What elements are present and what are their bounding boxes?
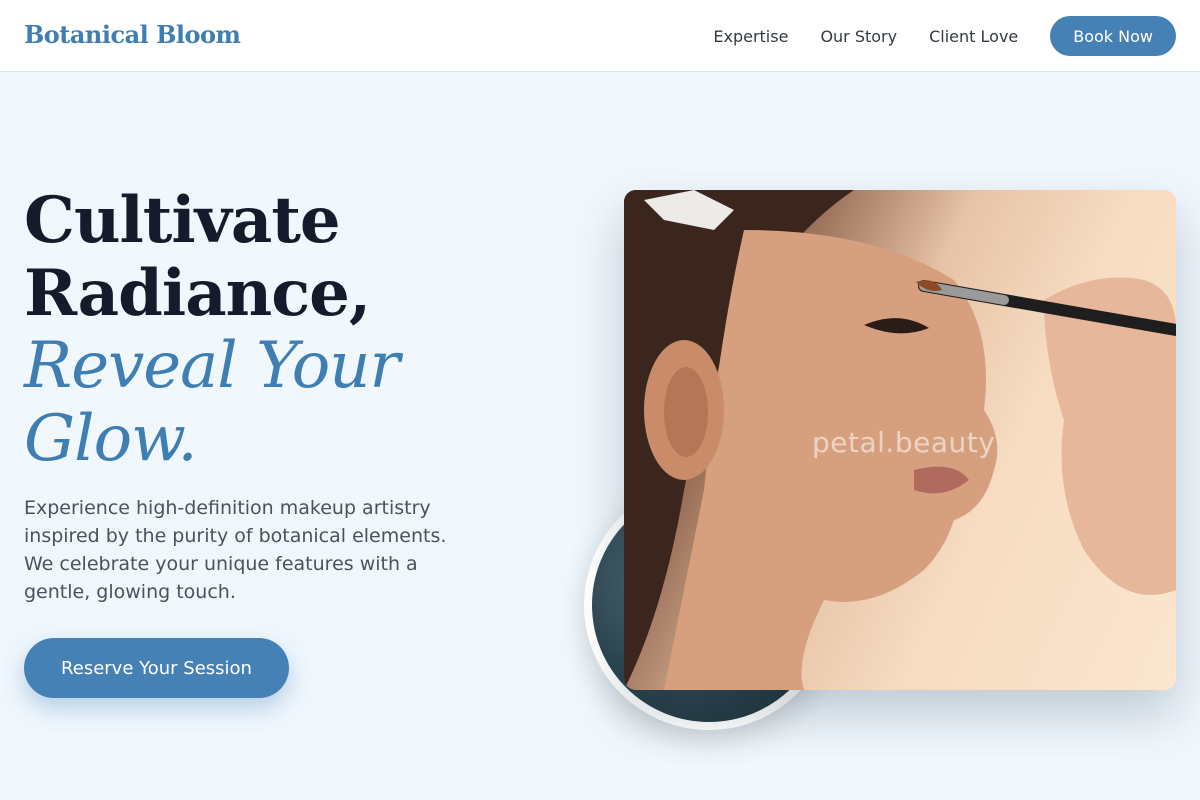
reserve-session-button[interactable]: Reserve Your Session xyxy=(24,638,289,698)
photo-watermark: petal.beauty xyxy=(812,426,996,459)
brand-logo[interactable]: Botanical Bloom xyxy=(24,20,241,49)
nav-links: Expertise Our Story Client Love Book Now xyxy=(713,16,1176,56)
nav-link-our-story[interactable]: Our Story xyxy=(820,27,897,46)
hero-title-accent-line: Glow. xyxy=(24,402,198,476)
top-navbar: Botanical Bloom Expertise Our Story Clie… xyxy=(0,0,1200,72)
hero-photo: petal.beauty xyxy=(624,190,1176,690)
hero-description: Experience high-definition makeup artist… xyxy=(24,497,447,603)
hero-title-line: Cultivate xyxy=(24,183,341,258)
hero-title-line: Radiance, xyxy=(24,256,371,331)
book-now-button[interactable]: Book Now xyxy=(1050,16,1176,56)
hero-title: Cultivate Radiance, Reveal Your Glow. xyxy=(24,184,584,476)
hero-title-accent-line: Reveal Your xyxy=(24,329,400,403)
nav-link-expertise[interactable]: Expertise xyxy=(713,27,788,46)
nav-link-client-love[interactable]: Client Love xyxy=(929,27,1018,46)
